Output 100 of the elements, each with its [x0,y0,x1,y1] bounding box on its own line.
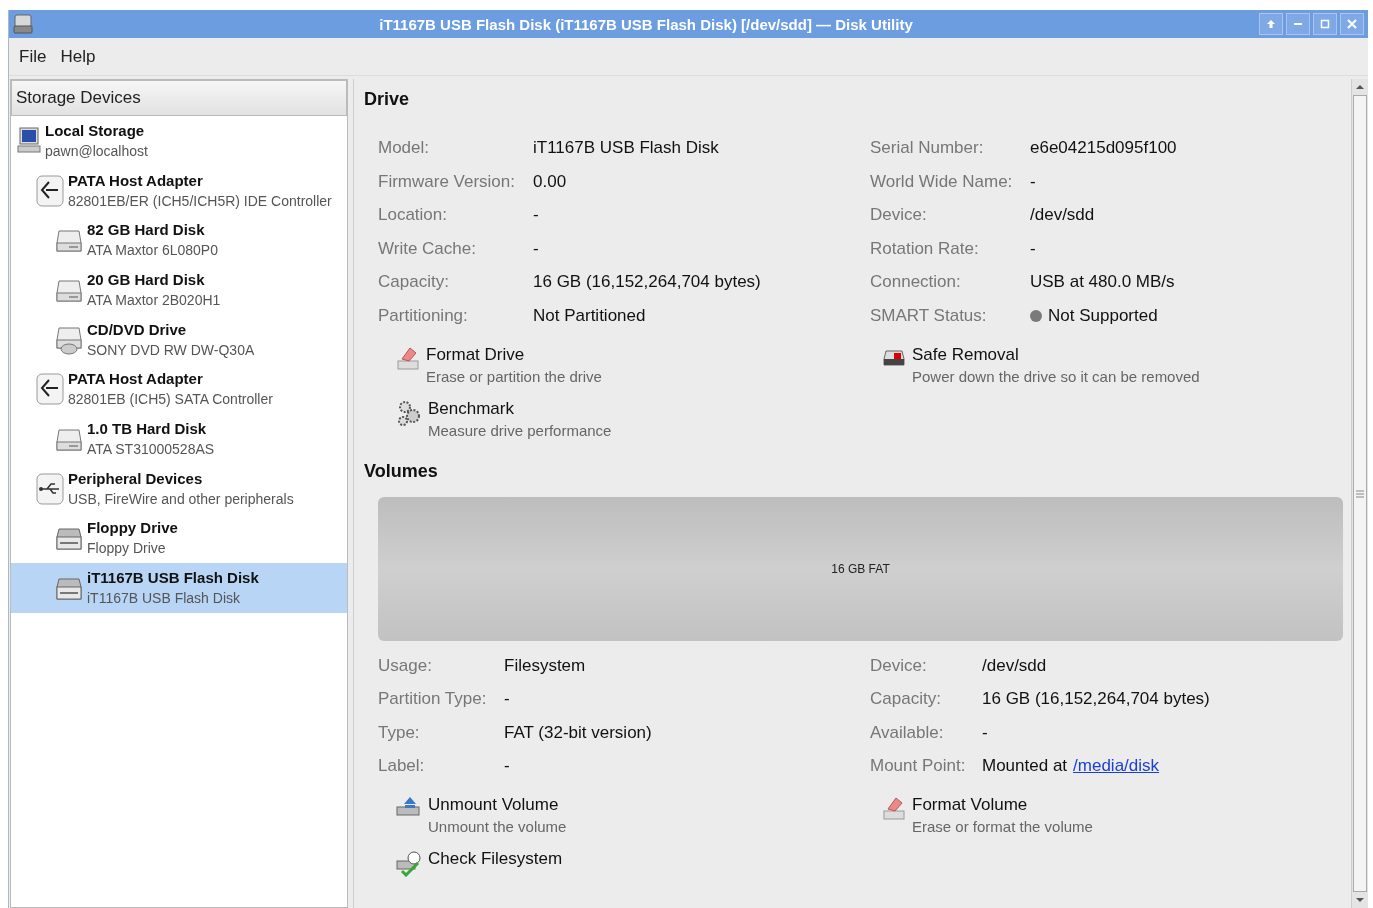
field-value: - [1030,237,1037,260]
device-name: Peripheral Devices [68,468,204,489]
device-detail: SONY DVD RW DW-Q30A [87,340,255,360]
action-link[interactable]: Safe Removal [912,344,1200,365]
device-detail: ATA ST31000528AS [87,439,215,459]
field-value: USB at 480.0 MB/s [1030,271,1176,294]
field-label: World Wide Name: [870,170,1014,193]
grip-icon [1356,489,1364,498]
tree-item[interactable]: PATA Host Adapter 82801EB/ER (ICH5/ICH5R) IDE Controller [11,165,347,216]
field-label: Rotation Rate: [870,237,980,260]
device-detail: iT1167B USB Flash Disk [87,589,241,609]
action-description: Erase or format the volume [912,817,1093,835]
device-detail: 82801EB (ICH5) SATA Controller [68,390,273,410]
field-value: 0.00 [533,170,568,193]
tree-item[interactable]: 82 GB Hard Disk ATA Maxtor 6L080P0 [11,215,347,266]
field-value: FAT (32-bit version) [504,721,653,744]
device-detail: pawn@localhost [45,141,148,161]
adapter-icon [36,372,64,407]
field-label: Mount Point: [870,755,967,778]
action-link[interactable]: Unmount Volume [428,794,567,815]
maximize-button[interactable] [1313,13,1337,35]
up-arrow-icon [1266,19,1276,29]
field-value: e6e04215d095f100 [1030,137,1178,159]
field-label: Capacity: [378,271,450,294]
device-detail: ATA Maxtor 6L080P0 [87,241,218,261]
device-name: 20 GB Hard Disk [87,269,206,290]
field-value: iT1167B USB Flash Disk [533,137,720,159]
field-label: Location: [378,204,448,227]
field-value: 16 GB (16,152,264,704 bytes) [533,271,762,294]
device-detail: 82801EB/ER (ICH5/ICH5R) IDE Controller [68,191,332,211]
device-name: PATA Host Adapter [68,369,204,390]
tree-item[interactable]: Floppy Drive Floppy Drive [11,513,347,564]
check-drive-icon [396,848,422,877]
device-name: PATA Host Adapter [68,170,204,191]
action-link[interactable]: Benchmark [428,398,612,419]
device-name: CD/DVD Drive [87,319,188,340]
field-label: Label: [378,755,426,778]
maximize-icon [1320,19,1330,29]
field-label: Serial Number: [870,137,985,159]
adapter-icon [36,173,64,208]
field-label: Partitioning: [378,304,469,327]
field-value: - [982,721,989,744]
field-label: Type: [378,721,421,744]
action-description: Unmount the volume [428,817,567,835]
field-value: /dev/sdd [1030,204,1096,227]
menu-item[interactable]: Help [54,44,102,69]
minimize-button[interactable] [1286,13,1310,35]
tree-item[interactable]: 1.0 TB Hard Disk ATA ST31000528AS [11,414,347,464]
action-description: Power down the drive so it can be removed [912,367,1200,385]
field-value: Filesystem [504,654,587,677]
device-detail: Floppy Drive [87,539,167,559]
field-label: Usage: [378,654,433,677]
field-value: - [504,755,511,778]
usb-icon [36,471,64,506]
scrollbar-thumb[interactable] [1353,95,1367,892]
device-name: iT1167B USB Flash Disk [87,568,259,589]
close-button[interactable] [1340,13,1364,35]
field-label: Write Cache: [378,237,477,260]
tree-item[interactable]: Local Storage pawn@localhost [11,116,347,166]
mount-path-link[interactable]: /media/disk [1073,749,1160,783]
field-label: Available: [870,721,945,744]
field-label: Firmware Version: [378,170,516,193]
field-value: 16 GB (16,152,264,704 bytes) [982,688,1211,711]
field-value: - [533,237,540,260]
action-description: Erase or partition the drive [426,367,602,385]
field-label: Connection: [870,271,962,294]
close-icon [1347,19,1357,29]
field-value: Mounted at [982,755,1068,778]
scrollbar[interactable] [1351,79,1368,908]
device-detail: ATA Maxtor 2B020H1 [87,290,221,310]
partition-bar[interactable]: 16 GB FAT [378,496,1343,641]
section-heading: Volumes [364,460,439,483]
field-value: Not Supported [1048,304,1158,327]
field-value: Not Partitioned [533,304,647,327]
device-name: 1.0 TB Hard Disk [87,418,208,439]
tree-item[interactable]: 20 GB Hard Disk ATA Maxtor 2B020H1 [11,265,347,315]
action-link[interactable]: Format Drive [426,344,602,365]
tree-item[interactable]: CD/DVD Drive SONY DVD RW DW-Q30A [11,314,347,365]
section-heading: Drive [364,89,411,111]
field-value: - [504,688,511,711]
action-link[interactable]: Format Volume [912,794,1093,815]
window-title: iT1167B USB Flash Disk (iT1167B USB Flash Disk) [/dev/sdd] — Disk Utility [378,15,914,33]
tree-item[interactable]: PATA Host Adapter 82801EB (ICH5) SATA Controller [11,364,347,415]
field-label: Device: [870,204,928,227]
computer-icon [17,125,41,156]
minimize-icon [1294,23,1302,25]
action-description: Measure drive performance [428,421,612,439]
action-link[interactable]: Check Filesystem [428,848,563,869]
column-header[interactable]: Storage Devices [11,80,347,116]
field-value: - [1030,170,1037,193]
disk-icon [13,13,33,35]
tree-item[interactable]: Peripheral Devices USB, FireWire and other peripherals [11,463,347,514]
partition-label: 16 GB FAT [831,561,890,576]
field-label: Capacity: [870,688,942,711]
field-value: - [533,204,540,227]
keep-above-button[interactable] [1259,13,1283,35]
field-value: /dev/sdd [982,654,1048,677]
field-label: SMART Status: [870,304,988,327]
tree-item[interactable]: iT1167B USB Flash Disk iT1167B USB Flash Disk [11,563,347,613]
menu-item[interactable]: File [13,44,53,69]
